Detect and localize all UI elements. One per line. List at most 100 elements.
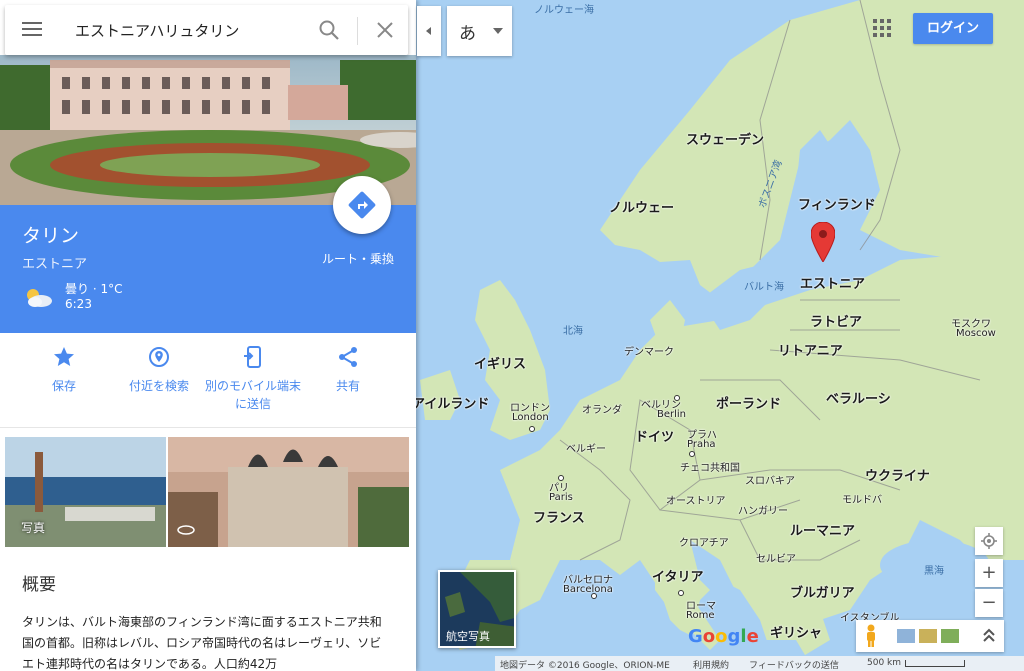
map-label-belgium: ベルギー xyxy=(566,444,606,455)
map-label-uk: イギリス xyxy=(474,357,527,372)
photo-cathedral[interactable] xyxy=(168,437,409,547)
city-dot-prague xyxy=(689,451,695,457)
map-label-berlin-latin: Berlin xyxy=(657,409,687,420)
photo-strip: 写真 xyxy=(5,437,409,547)
map-label-belarus: ベラルーシ xyxy=(826,392,891,407)
map-label-czech: チェコ共和国 xyxy=(680,463,740,474)
map-label-norway: ノルウェー xyxy=(609,201,675,216)
search-input[interactable]: エストニアハリュタリン xyxy=(75,20,239,41)
map-label-finland: フィンランド xyxy=(798,198,876,213)
directions-button[interactable] xyxy=(333,176,391,234)
city-dot-rome xyxy=(678,590,684,596)
map-label-bulgaria: ブルガリア xyxy=(790,586,855,601)
map-label-sweden: スウェーデン xyxy=(686,133,765,148)
map-label-prague-latin: Praha xyxy=(687,439,716,450)
city-dot-berlin xyxy=(674,395,680,401)
search-icon[interactable] xyxy=(317,18,341,42)
map-data-attribution: 地図データ ©2016 Google、ORION-ME xyxy=(500,661,670,671)
map-label-italy: イタリア xyxy=(652,570,704,585)
feedback-link[interactable]: フィードバックの送信 xyxy=(749,658,839,671)
place-panel: エストニアハリュタリン タリン エストニア 曇り · 1°C 6:23 ルート・… xyxy=(0,0,416,671)
pegman-icon[interactable] xyxy=(864,624,878,648)
save-button[interactable]: 保存 xyxy=(14,345,114,395)
map-label-germany: ドイツ xyxy=(635,430,675,445)
map-label-black-sea: 黒海 xyxy=(924,566,944,577)
map-label-france: フランス xyxy=(533,511,585,526)
directions-icon xyxy=(348,191,376,219)
map-label-norwegian-sea: ノルウェー海 xyxy=(534,5,594,16)
place-country: エストニア xyxy=(22,257,88,272)
map-label-moscow-latin: Moscow xyxy=(956,328,996,339)
zoom-out-button[interactable]: − xyxy=(975,589,1003,617)
weather-text: 曇り · 1°C xyxy=(65,282,123,296)
location-pin-icon[interactable] xyxy=(811,222,835,262)
layer-toolbar xyxy=(856,620,1004,652)
hamburger-menu-icon[interactable] xyxy=(19,18,45,42)
map-label-lithuania: リトアニア xyxy=(778,344,843,359)
map-label-serbia: セルビア xyxy=(756,554,796,565)
action-bar: 保存 付近を検索 別のモバイル端末に送信 共有 xyxy=(0,333,416,428)
overview-text: タリンは、バルト海東部のフィンランド湾に面するエストニア共和国の首都。旧称はレバ… xyxy=(22,615,382,671)
nearby-button[interactable]: 付近を検索 xyxy=(109,345,209,395)
map-label-croatia: クロアチア xyxy=(679,538,729,549)
layer-transit-thumb[interactable] xyxy=(918,628,938,644)
search-box: エストニアハリュタリン xyxy=(5,5,408,55)
caret-left-icon xyxy=(426,27,431,35)
search-divider xyxy=(357,17,358,45)
photos-label: 写真 xyxy=(21,521,46,535)
layer-traffic-thumb[interactable] xyxy=(896,628,916,644)
terms-link[interactable]: 利用規約 xyxy=(693,658,729,671)
login-button[interactable]: ログイン xyxy=(913,13,993,44)
map-label-barcelona-latin: Barcelona xyxy=(563,584,613,595)
map-label-netherlands: オランダ xyxy=(582,405,622,416)
city-dot-paris xyxy=(558,475,564,481)
share-button[interactable]: 共有 xyxy=(298,345,398,395)
scale-bar xyxy=(905,660,965,667)
share-icon xyxy=(339,347,357,367)
map-label-latvia: ラトビア xyxy=(810,315,863,330)
satellite-label: 航空写真 xyxy=(446,630,490,643)
map-label-slovakia: スロバキア xyxy=(745,476,795,487)
expand-up-icon[interactable] xyxy=(980,626,998,646)
local-time: 6:23 xyxy=(65,297,92,311)
city-dot-barcelona xyxy=(591,593,597,599)
place-header: タリン エストニア 曇り · 1°C 6:23 ルート・乗換 xyxy=(0,176,416,333)
place-title: タリン xyxy=(22,225,80,247)
share-label: 共有 xyxy=(335,379,360,393)
map-label-ireland: アイルランド xyxy=(412,397,490,412)
map-label-paris-latin: Paris xyxy=(549,492,573,503)
map-label-estonia: エストニア xyxy=(800,277,866,292)
save-label: 保存 xyxy=(51,379,76,393)
collapse-panel-button[interactable] xyxy=(417,6,441,56)
photo-harbour[interactable]: 写真 xyxy=(5,437,166,547)
map-label-denmark: デンマーク xyxy=(624,347,674,358)
send-to-phone-label: 別のモバイル端末に送信 xyxy=(204,379,301,411)
chevron-down-icon xyxy=(493,28,503,34)
close-icon[interactable] xyxy=(373,18,397,42)
panorama-360-icon xyxy=(177,525,195,535)
map-label-romania: ルーマニア xyxy=(790,524,856,539)
map-label-moldova: モルドバ xyxy=(842,495,882,506)
scale-label: 500 km xyxy=(867,658,902,668)
my-location-icon xyxy=(981,533,997,549)
layer-terrain-thumb[interactable] xyxy=(940,628,960,644)
zoom-in-button[interactable]: + xyxy=(975,559,1003,587)
directions-label[interactable]: ルート・乗換 xyxy=(322,250,394,267)
city-dot-london xyxy=(529,426,535,432)
map-label-ukraine: ウクライナ xyxy=(865,469,930,484)
satellite-toggle[interactable]: 航空写真 xyxy=(438,570,516,648)
google-logo: Google xyxy=(688,626,759,647)
input-method-button[interactable]: あ xyxy=(447,6,512,56)
overview-heading: 概要 xyxy=(22,575,56,595)
nearby-label: 付近を検索 xyxy=(128,379,189,393)
nearby-icon xyxy=(149,347,169,367)
star-icon xyxy=(54,347,74,366)
map-label-hungary: ハンガリー xyxy=(738,506,788,517)
map-label-greece: ギリシャ xyxy=(770,626,823,641)
input-method-label: あ xyxy=(459,24,476,44)
apps-grid-icon[interactable] xyxy=(873,19,891,37)
send-to-phone-button[interactable]: 別のモバイル端末に送信 xyxy=(203,345,303,413)
send-to-phone-icon xyxy=(244,346,261,368)
map-footer: 地図データ ©2016 Google、ORION-ME 利用規約 フィードバック… xyxy=(495,656,1024,671)
my-location-button[interactable] xyxy=(975,527,1003,555)
